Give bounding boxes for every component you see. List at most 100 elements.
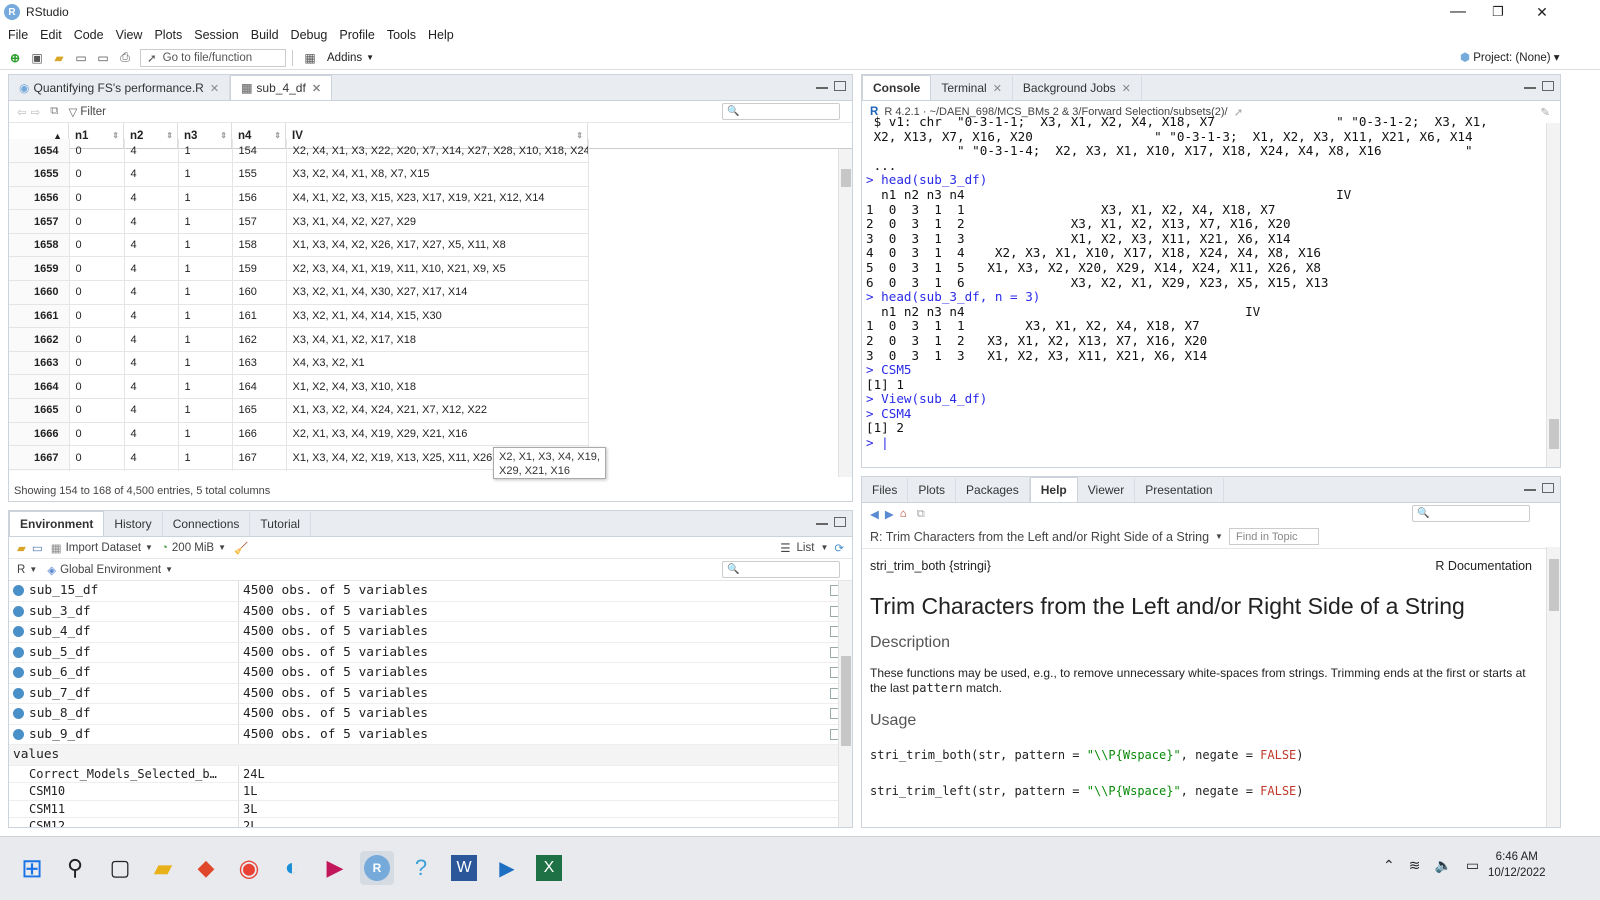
env-data-row[interactable]: sub_6_df 4500 obs. of 5 variables xyxy=(9,663,852,684)
table-cell[interactable]: 0 xyxy=(69,327,125,352)
tab-help[interactable]: Help xyxy=(1029,477,1078,502)
table-cell[interactable]: 162 xyxy=(232,327,287,352)
table-cell[interactable]: X3, X4, X1, X2, X17, X18 xyxy=(286,327,589,352)
menu-tools[interactable]: Tools xyxy=(387,28,416,42)
brave-browser-icon[interactable]: ◆ xyxy=(189,851,223,885)
table-cell[interactable]: X4, X3, X2, X1 xyxy=(286,351,589,376)
table-cell[interactable]: 1 xyxy=(178,398,233,423)
table-cell[interactable]: 164 xyxy=(232,374,287,400)
row-number-cell[interactable]: 1657 xyxy=(9,209,70,234)
row-number-cell[interactable]: 1660 xyxy=(9,280,70,305)
windows-start-icon[interactable]: ⊞ xyxy=(15,851,49,885)
tab-script[interactable]: ◉ Quantifying FS's performance.R ✕ xyxy=(9,76,231,100)
file-explorer-icon[interactable]: ▰ xyxy=(146,851,180,885)
tab-background-jobs[interactable]: Background Jobs ✕ xyxy=(1013,76,1142,100)
project-menu[interactable]: ⬢ Project: (None) ▾ xyxy=(1460,50,1560,64)
tab-terminal[interactable]: Terminal ✕ xyxy=(931,76,1013,100)
table-cell[interactable]: X3, X2, X1, X4, X14, X15, X30 xyxy=(286,304,589,329)
row-number-cell[interactable]: 1662 xyxy=(9,327,70,352)
tab-plots[interactable]: Plots xyxy=(908,478,957,502)
row-number-cell[interactable]: 1654 xyxy=(9,139,70,164)
table-cell[interactable]: 1 xyxy=(178,374,233,400)
minimize-button[interactable]: — xyxy=(1436,0,1480,24)
close-icon[interactable]: ✕ xyxy=(312,82,321,95)
menu-code[interactable]: Code xyxy=(74,28,104,42)
menu-view[interactable]: View xyxy=(116,28,143,42)
table-cell[interactable]: 4 xyxy=(124,398,179,423)
row-number-cell[interactable]: 1661 xyxy=(9,304,70,329)
console-output[interactable]: $ v1: chr "0-3-1-1; X3, X1, X2, X4, X18,… xyxy=(866,114,1540,451)
scrollbar-thumb[interactable] xyxy=(1549,419,1559,449)
menu-build[interactable]: Build xyxy=(251,28,279,42)
table-cell[interactable]: 4 xyxy=(124,445,179,470)
table-cell[interactable]: X2, X4, X1, X3, X22, X20, X7, X14, X27, … xyxy=(286,139,589,164)
table-cell[interactable]: 1 xyxy=(178,186,233,211)
table-cell[interactable]: 156 xyxy=(232,186,287,211)
table-cell[interactable]: 166 xyxy=(232,422,287,447)
table-cell[interactable]: 161 xyxy=(232,304,287,329)
clear-console-icon[interactable]: ✎ xyxy=(1540,105,1550,119)
table-cell[interactable]: 0 xyxy=(69,139,125,164)
refresh-icon[interactable]: ⟳ xyxy=(834,541,844,555)
tab-files[interactable]: Files xyxy=(862,478,909,502)
table-cell[interactable]: 1 xyxy=(178,351,233,376)
open-file-icon[interactable]: ▰ xyxy=(50,50,68,66)
table-cell[interactable]: 0 xyxy=(69,162,125,187)
menu-debug[interactable]: Debug xyxy=(291,28,328,42)
table-cell[interactable]: 1 xyxy=(178,209,233,234)
import-dataset-button[interactable]: Import Dataset xyxy=(66,542,141,554)
env-data-row[interactable]: sub_7_df 4500 obs. of 5 variables xyxy=(9,683,852,704)
back-arrow-icon[interactable]: ⇦ xyxy=(17,105,27,119)
media-player-icon[interactable]: ▶ xyxy=(318,851,352,885)
forward-arrow-icon[interactable]: ▶ xyxy=(885,507,894,521)
table-cell[interactable]: 0 xyxy=(69,422,125,447)
env-scope-select[interactable]: Global Environment xyxy=(60,564,161,576)
chrome-icon[interactable]: ◉ xyxy=(232,851,266,885)
menu-file[interactable]: File xyxy=(8,28,28,42)
table-cell[interactable]: 160 xyxy=(232,280,287,305)
table-cell[interactable]: 158 xyxy=(232,233,287,258)
menu-plots[interactable]: Plots xyxy=(154,28,182,42)
help-scrollbar[interactable] xyxy=(1546,547,1560,827)
pane-window-controls[interactable] xyxy=(1524,81,1554,91)
tab-history[interactable]: History xyxy=(104,512,163,536)
table-cell[interactable]: 1 xyxy=(178,422,233,447)
table-cell[interactable]: 165 xyxy=(232,398,287,423)
tab-sub-4-df[interactable]: ▦ sub_4_df ✕ xyxy=(230,75,333,100)
table-cell[interactable]: X3, X2, X1, X4, X30, X27, X17, X14 xyxy=(286,280,589,305)
table-cell[interactable]: 4 xyxy=(124,422,179,447)
table-cell[interactable]: 4 xyxy=(124,162,179,187)
table-cell[interactable]: 0 xyxy=(69,304,125,329)
env-value-row[interactable]: Correct_Models_Selected_b… 24L xyxy=(9,765,852,783)
table-cell[interactable]: 4 xyxy=(124,209,179,234)
task-view-icon[interactable]: ▢ xyxy=(103,851,137,885)
table-cell[interactable]: 4 xyxy=(124,280,179,305)
table-cell[interactable]: 154 xyxy=(232,139,287,164)
expand-arrow-icon[interactable] xyxy=(13,728,24,740)
row-number-cell[interactable]: 1659 xyxy=(9,256,70,282)
close-icon[interactable]: ✕ xyxy=(210,82,219,95)
env-data-row[interactable]: sub_9_df 4500 obs. of 5 variables xyxy=(9,724,852,745)
close-icon[interactable]: ✕ xyxy=(993,82,1002,95)
expand-arrow-icon[interactable] xyxy=(13,667,24,679)
table-cell[interactable]: 0 xyxy=(69,256,125,282)
table-cell[interactable]: X2, X3, X4, X1, X19, X11, X10, X21, X9, … xyxy=(286,256,589,282)
save-all-icon[interactable]: ▭ xyxy=(94,50,112,66)
table-cell[interactable]: 1 xyxy=(178,139,233,164)
save-workspace-icon[interactable]: ▭ xyxy=(32,541,43,555)
clear-broom-icon[interactable]: 🧹 xyxy=(234,541,248,555)
table-cell[interactable]: 155 xyxy=(232,162,287,187)
table-cell[interactable]: 4 xyxy=(124,233,179,258)
battery-icon[interactable]: ▭ xyxy=(1466,857,1479,874)
expand-arrow-icon[interactable] xyxy=(13,585,24,597)
scrollbar-thumb[interactable] xyxy=(841,169,851,187)
table-cell[interactable]: 4 xyxy=(124,327,179,352)
wifi-icon[interactable]: ≋ xyxy=(1409,857,1421,874)
load-workspace-icon[interactable]: ▰ xyxy=(17,541,26,555)
tab-environment[interactable]: Environment xyxy=(9,511,105,536)
save-icon[interactable]: ▭ xyxy=(72,50,90,66)
table-cell[interactable]: 4 xyxy=(124,469,179,471)
rstudio-taskbar-icon[interactable]: R xyxy=(360,851,394,885)
expand-arrow-icon[interactable] xyxy=(13,605,24,617)
table-cell[interactable]: 0 xyxy=(69,398,125,423)
